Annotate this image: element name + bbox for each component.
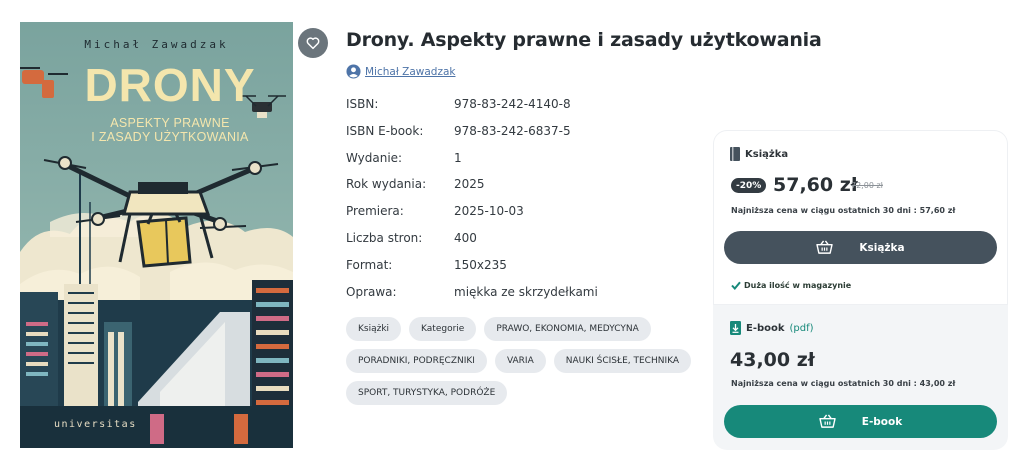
tag-nauki-scisle-technika[interactable]: NAUKI ŚCISŁE, TECHNIKA <box>553 349 691 373</box>
ebook-lowest-price: Najniższa cena w ciągu ostatnich 30 dni … <box>731 379 955 388</box>
specs-table: ISBN: 978-83-242-4140-8 ISBN E-book: 978… <box>346 97 598 311</box>
spec-value: miękka ze skrzydełkami <box>454 284 598 299</box>
cover-publisher: universitas <box>54 419 137 430</box>
tag-sport-turystyka-podroze[interactable]: SPORT, TURYSTYKA, PODRÓŻE <box>346 381 508 405</box>
book-lowest-value: 57,60 zł <box>919 206 956 215</box>
book-lowest-price: Najniższa cena w ciągu ostatnich 30 dni … <box>731 206 955 215</box>
tag-kategorie[interactable]: Kategorie <box>409 317 477 341</box>
spec-value: 978-83-242-4140-8 <box>454 97 571 111</box>
spec-row-premiere: Premiera: 2025-10-03 <box>346 204 598 231</box>
spec-label: Oprawa: <box>346 284 397 299</box>
tag-varia[interactable]: VARIA <box>494 349 546 373</box>
cover-subtitle-line2: I ZASADY UŻYTKOWANIA <box>91 130 249 144</box>
ebook-price: 43,00 zł <box>730 349 815 371</box>
author-link[interactable]: Michał Zawadzak <box>365 66 456 78</box>
discount-badge: -20% <box>731 178 767 193</box>
spec-label: Rok wydania: <box>346 177 427 192</box>
cover-title: DRONY <box>84 59 256 111</box>
spec-label: Liczba stron: <box>346 230 423 245</box>
spec-row-edition: Wydanie: 1 <box>346 151 598 178</box>
book-offer-label: Książka <box>745 148 789 160</box>
category-tags: Książki Kategorie PRAWO, EKONOMIA, MEDYC… <box>346 317 706 405</box>
spec-label: ISBN: <box>346 97 379 111</box>
ebook-offer-header: E-book (pdf) <box>730 321 814 335</box>
spec-row-format: Format: 150x235 <box>346 258 598 285</box>
spec-value: 2025 <box>454 177 485 192</box>
tag-prawo-ekonomia-medycyna[interactable]: PRAWO, EKONOMIA, MEDYCYNA <box>484 317 651 341</box>
book-title: Drony. Aspekty prawne i zasady użytkowan… <box>346 29 822 51</box>
basket-icon <box>816 240 834 254</box>
spec-label: Premiera: <box>346 204 404 219</box>
book-cover[interactable]: Michał Zawadzak DRONY ASPEKTY PRAWNE I Z… <box>20 22 293 448</box>
book-price: 57,60 zł <box>773 174 858 196</box>
ebook-offer-label: E-book <box>746 322 785 334</box>
spec-label: Format: <box>346 257 393 272</box>
tag-poradniki-podreczniki[interactable]: PORADNIKI, PODRĘCZNIKI <box>346 349 487 373</box>
download-file-icon <box>730 321 741 335</box>
book-author: Michał Zawadzak <box>346 64 456 79</box>
spec-value: 1 <box>454 150 462 165</box>
buy-book-button[interactable]: Książka <box>724 231 997 264</box>
spec-value: 978-83-242-6837-5 <box>454 123 571 138</box>
spec-value: 150x235 <box>454 257 507 272</box>
add-to-favorites-button[interactable] <box>298 28 328 58</box>
tag-ksiazki[interactable]: Książki <box>346 317 402 341</box>
spec-value: 400 <box>454 230 477 245</box>
cover-author: Michał Zawadzak <box>84 38 229 51</box>
buy-ebook-button[interactable]: E-book <box>724 405 997 438</box>
stock-text: Duża ilość w magazynie <box>744 281 852 290</box>
cover-subtitle: ASPEKTY PRAWNE I ZASADY UŻYTKOWANIA <box>65 116 275 144</box>
ebook-format: (pdf) <box>789 322 814 334</box>
ebook-lowest-value: 43,00 zł <box>919 379 956 388</box>
spec-value: 2025-10-03 <box>454 204 524 219</box>
book-lowest-label: Najniższa cena w ciągu ostatnich 30 dni … <box>731 206 917 215</box>
check-icon <box>731 281 741 290</box>
spec-row-isbn: ISBN: 978-83-242-4140-8 <box>346 97 598 124</box>
book-icon <box>730 147 740 161</box>
spec-label: ISBN E-book: <box>346 123 424 138</box>
book-old-price: 72,00 zł <box>851 181 883 190</box>
book-offer-header: Książka <box>730 147 788 161</box>
stock-status: Duża ilość w magazynie <box>731 281 851 290</box>
cover-subtitle-line1: ASPEKTY PRAWNE <box>110 116 230 130</box>
buy-book-label: Książka <box>859 241 905 254</box>
heart-icon <box>306 37 320 50</box>
buy-ebook-label: E-book <box>861 415 903 428</box>
spec-row-isbn-ebook: ISBN E-book: 978-83-242-6837-5 <box>346 124 598 151</box>
user-icon <box>346 64 361 79</box>
ebook-lowest-label: Najniższa cena w ciągu ostatnich 30 dni … <box>731 379 917 388</box>
purchase-panel: Książka -20% 57,60 zł 72,00 zł Najniższa… <box>713 130 1008 450</box>
spec-row-binding: Oprawa: miękka ze skrzydełkami <box>346 285 598 312</box>
spec-row-pages: Liczba stron: 400 <box>346 231 598 258</box>
spec-row-year: Rok wydania: 2025 <box>346 177 598 204</box>
basket-icon <box>819 414 836 428</box>
spec-label: Wydanie: <box>346 150 403 165</box>
